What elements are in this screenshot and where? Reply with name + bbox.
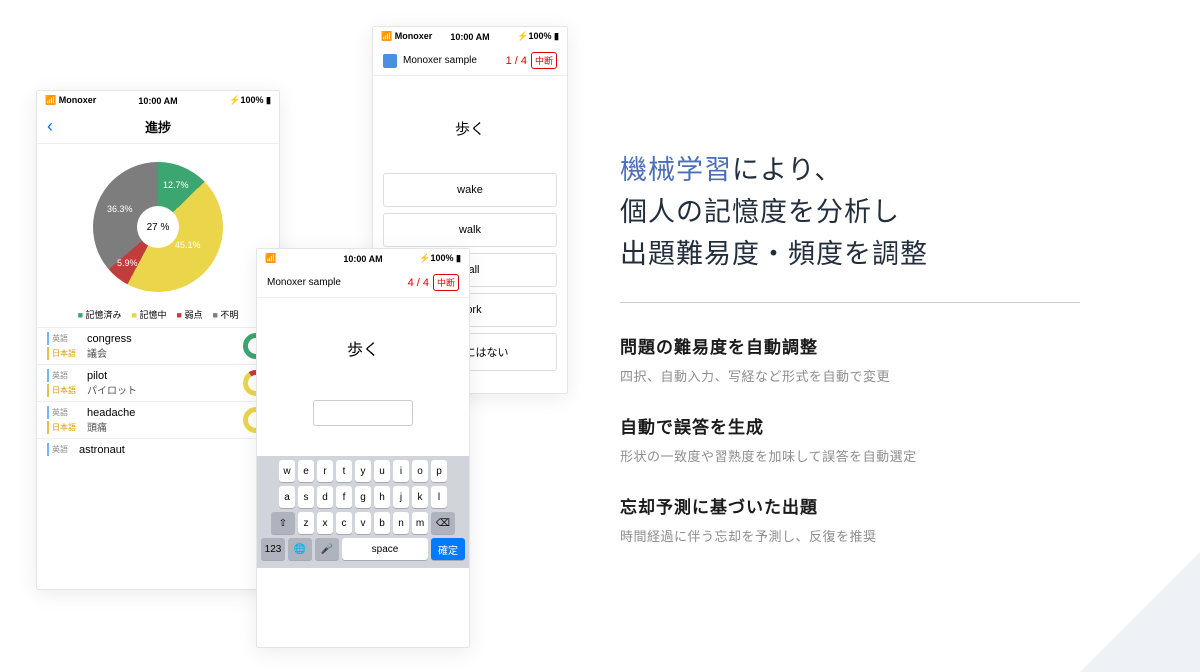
feature-item: 問題の難易度を自動調整 四択、自動入力、写経など形式を自動で変更: [620, 333, 1180, 385]
pie-slice-label: 12.7%: [163, 180, 189, 190]
key-123[interactable]: 123: [261, 538, 285, 560]
question-prompt: 歩く: [257, 298, 469, 400]
legend-memorized: 記憶済み: [78, 308, 122, 321]
key-k[interactable]: k: [412, 486, 428, 508]
key-mic[interactable]: 🎤: [315, 538, 339, 560]
key-x[interactable]: x: [317, 512, 333, 534]
progress-counter: 4 / 4: [408, 277, 429, 289]
key-c[interactable]: c: [336, 512, 352, 534]
feature-item: 自動で誤答を生成 形状の一致度や習熟度を加味して誤答を自動選定: [620, 413, 1180, 465]
pie-slice-label: 45.1%: [175, 240, 201, 250]
key-w[interactable]: w: [279, 460, 295, 482]
nav-bar: ‹ 進捗: [37, 110, 279, 144]
page-title: 進捗: [37, 117, 279, 136]
progress-counter: 1 / 4: [506, 55, 527, 67]
key-l[interactable]: l: [431, 486, 447, 508]
key-e[interactable]: e: [298, 460, 314, 482]
clock: 10:00 AM: [257, 254, 469, 264]
key-i[interactable]: i: [393, 460, 409, 482]
key-u[interactable]: u: [374, 460, 390, 482]
key-p[interactable]: p: [431, 460, 447, 482]
key-g[interactable]: g: [355, 486, 371, 508]
answer-choice[interactable]: wake: [383, 173, 557, 207]
feature-description: 四択、自動入力、写経など形式を自動で変更: [620, 366, 1180, 385]
key-confirm[interactable]: 確定: [431, 538, 465, 560]
word-row[interactable]: 英語 日本語 headache 頭痛: [37, 401, 279, 438]
stop-button[interactable]: 中断: [433, 274, 459, 291]
key-shift[interactable]: ⇧: [271, 512, 295, 534]
nav-title: Monoxer sample: [267, 277, 341, 288]
key-d[interactable]: d: [317, 486, 333, 508]
word-japanese: 頭痛: [87, 419, 243, 434]
tag-japanese: 日本語: [47, 347, 79, 360]
key-v[interactable]: v: [355, 512, 371, 534]
nav-bar: Monoxer sample 4 / 4 中断: [257, 268, 469, 298]
headline: 機械学習により、 個人の記憶度を分析し 出題難易度・頻度を調整: [620, 150, 1180, 276]
app-icon: [383, 54, 397, 68]
pie-slice-label: 36.3%: [107, 204, 133, 214]
progress-pie-chart: 27 % 12.7% 45.1% 5.9% 36.3%: [93, 162, 223, 292]
tag-japanese: 日本語: [47, 421, 79, 434]
key-n[interactable]: n: [393, 512, 409, 534]
phone-progress: 📶 Monoxer 10:00 AM ⚡100% ▮ ‹ 進捗 27 % 12.…: [36, 90, 280, 590]
word-english: pilot: [87, 370, 243, 382]
nav-title: Monoxer sample: [403, 55, 477, 66]
tag-english: 英語: [47, 406, 79, 419]
status-bar: 📶 Monoxer 10:00 AM ⚡100% ▮: [373, 27, 567, 46]
nav-bar: Monoxer sample 1 / 4 中断: [373, 46, 567, 76]
key-o[interactable]: o: [412, 460, 428, 482]
word-english: headache: [87, 407, 243, 419]
word-japanese: パイロット: [87, 382, 243, 397]
key-y[interactable]: y: [355, 460, 371, 482]
legend-memorizing: 記憶中: [132, 308, 167, 321]
key-r[interactable]: r: [317, 460, 333, 482]
key-b[interactable]: b: [374, 512, 390, 534]
key-backspace[interactable]: ⌫: [431, 512, 455, 534]
keyboard: wertyuiop asdfghjkl ⇧zxcvbnm⌫ 123 🌐 🎤 sp…: [257, 456, 469, 568]
key-m[interactable]: m: [412, 512, 428, 534]
key-j[interactable]: j: [393, 486, 409, 508]
feature-title: 自動で誤答を生成: [620, 413, 1180, 438]
pie-slice-label: 5.9%: [117, 258, 138, 268]
status-bar: 📶 Monoxer 10:00 AM ⚡100% ▮: [37, 91, 279, 110]
status-bar: 📶 10:00 AM ⚡100% ▮: [257, 249, 469, 268]
feature-item: 忘却予測に基づいた出題 時間経過に伴う忘却を予測し、反復を推奨: [620, 493, 1180, 545]
question-prompt: 歩く: [373, 76, 567, 167]
word-english: congress: [87, 333, 243, 345]
feature-description: 時間経過に伴う忘却を予測し、反復を推奨: [620, 526, 1180, 545]
legend-unknown: 不明: [212, 308, 238, 321]
word-japanese: 議会: [87, 345, 243, 360]
key-space[interactable]: space: [342, 538, 428, 560]
key-s[interactable]: s: [298, 486, 314, 508]
answer-input[interactable]: [313, 400, 413, 426]
phone-text-input: 📶 10:00 AM ⚡100% ▮ Monoxer sample 4 / 4 …: [256, 248, 470, 648]
feature-title: 忘却予測に基づいた出題: [620, 493, 1180, 518]
key-t[interactable]: t: [336, 460, 352, 482]
pie-legend: 記憶済み 記憶中 弱点 不明: [37, 300, 279, 327]
word-english: astronaut: [79, 444, 269, 456]
feature-description: 形状の一致度や習熟度を加味して誤答を自動選定: [620, 446, 1180, 465]
legend-weak: 弱点: [177, 308, 203, 321]
answer-choice[interactable]: walk: [383, 213, 557, 247]
key-z[interactable]: z: [298, 512, 314, 534]
divider: [620, 302, 1080, 303]
key-h[interactable]: h: [374, 486, 390, 508]
clock: 10:00 AM: [373, 32, 567, 42]
feature-title: 問題の難易度を自動調整: [620, 333, 1180, 358]
stop-button[interactable]: 中断: [531, 52, 557, 69]
key-globe[interactable]: 🌐: [288, 538, 312, 560]
clock: 10:00 AM: [37, 96, 279, 106]
tag-english: 英語: [47, 369, 79, 382]
tag-english: 英語: [47, 332, 79, 345]
word-row[interactable]: 英語 日本語 congress 議会: [37, 327, 279, 364]
word-row[interactable]: 英語 日本語 pilot パイロット: [37, 364, 279, 401]
pie-center-label: 27 %: [137, 206, 179, 248]
word-row[interactable]: 英語 astronaut: [37, 438, 279, 460]
corner-decoration: [1080, 552, 1200, 672]
tag-japanese: 日本語: [47, 384, 79, 397]
key-a[interactable]: a: [279, 486, 295, 508]
key-f[interactable]: f: [336, 486, 352, 508]
tag-english: 英語: [47, 443, 71, 456]
